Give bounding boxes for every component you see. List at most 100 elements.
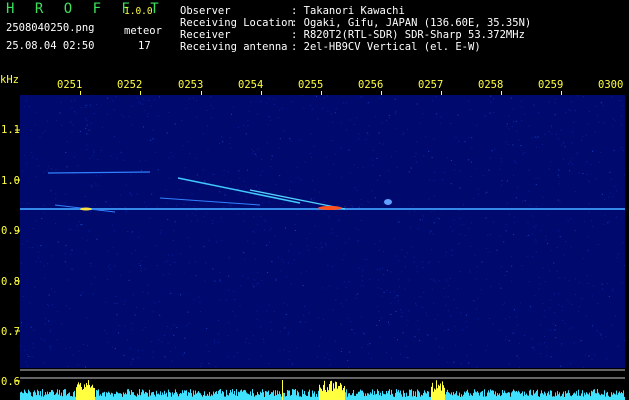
noise-speck [332, 232, 334, 234]
noise-speck [220, 217, 222, 219]
signal-bar [541, 390, 542, 400]
noise-speck [365, 138, 367, 140]
signal-bar [504, 390, 505, 400]
noise-speck [123, 354, 125, 356]
noise-speck [438, 346, 440, 348]
noise-speck [488, 169, 490, 171]
signal-bar [320, 387, 321, 400]
noise-speck [40, 261, 42, 263]
noise-speck [400, 309, 401, 311]
noise-speck [404, 266, 406, 268]
noise-speck [402, 134, 404, 136]
noise-speck [144, 268, 146, 270]
noise-speck [161, 341, 163, 343]
signal-bar [170, 392, 171, 400]
signal-bar [471, 395, 472, 400]
noise-speck [459, 170, 461, 172]
noise-speck [430, 211, 432, 213]
noise-speck [311, 180, 313, 182]
noise-speck [303, 314, 305, 316]
noise-speck [450, 250, 452, 252]
signal-bar [517, 392, 518, 400]
signal-bar [99, 395, 100, 400]
noise-speck [228, 322, 230, 324]
noise-speck [86, 133, 88, 135]
noise-speck [166, 326, 168, 327]
noise-speck [501, 161, 503, 163]
noise-speck [140, 270, 142, 272]
noise-speck [130, 174, 132, 176]
noise-speck [388, 321, 389, 323]
noise-speck [493, 98, 495, 100]
noise-speck [572, 131, 574, 133]
signal-bar [196, 393, 197, 400]
signal-bar [129, 391, 130, 400]
signal-bar [459, 392, 460, 400]
noise-speck [431, 288, 433, 290]
noise-speck [96, 238, 98, 240]
noise-speck [361, 95, 363, 97]
signal-bar [195, 390, 196, 400]
noise-speck [86, 149, 88, 150]
signal-bar [571, 396, 572, 400]
signal-bar [494, 394, 495, 400]
noise-speck [371, 190, 373, 192]
noise-speck [362, 166, 364, 168]
noise-speck [501, 180, 503, 182]
signal-bar [88, 380, 89, 400]
noise-speck [383, 251, 385, 252]
noise-speck [335, 108, 337, 110]
noise-speck [374, 197, 376, 199]
noise-speck [315, 247, 317, 249]
noise-speck [358, 206, 360, 208]
noise-speck [606, 358, 608, 360]
noise-speck [360, 220, 362, 221]
noise-speck [378, 269, 380, 271]
frequency-tick-marks [15, 129, 20, 382]
signal-bar [23, 393, 24, 400]
noise-speck [528, 234, 530, 236]
noise-speck [381, 317, 382, 319]
noise-speck [361, 316, 362, 318]
noise-speck [511, 255, 513, 257]
noise-speck [232, 310, 234, 312]
noise-speck [263, 229, 265, 231]
signal-bar [340, 382, 341, 400]
noise-speck [65, 152, 67, 153]
signal-bar [395, 393, 396, 400]
noise-speck [515, 162, 517, 164]
noise-speck [69, 122, 71, 124]
signal-bar [262, 389, 263, 400]
noise-speck [247, 119, 249, 121]
noise-speck [195, 157, 197, 159]
noise-speck [33, 329, 35, 331]
noise-speck [505, 230, 507, 232]
noise-speck [189, 153, 191, 154]
signal-bar [248, 393, 249, 400]
noise-speck [47, 263, 49, 265]
noise-speck [609, 192, 611, 194]
noise-speck [451, 254, 453, 256]
noise-speck [335, 153, 337, 155]
noise-speck [504, 275, 506, 276]
signal-bar [225, 396, 226, 400]
noise-speck [173, 324, 175, 326]
noise-speck [493, 221, 494, 223]
noise-speck [23, 106, 25, 108]
signal-bar [615, 394, 616, 400]
noise-speck [349, 200, 351, 202]
signal-bar [607, 391, 608, 400]
noise-speck [535, 241, 537, 243]
noise-speck [561, 344, 563, 346]
noise-speck [600, 101, 602, 103]
signal-bar [270, 394, 271, 400]
signal-bar [492, 390, 493, 400]
noise-speck [164, 334, 165, 336]
noise-speck [131, 124, 133, 126]
noise-speck [24, 154, 26, 156]
signal-bar [101, 395, 102, 400]
noise-speck [278, 147, 280, 149]
noise-speck [598, 161, 600, 163]
noise-speck [550, 125, 552, 127]
noise-speck [346, 129, 347, 131]
